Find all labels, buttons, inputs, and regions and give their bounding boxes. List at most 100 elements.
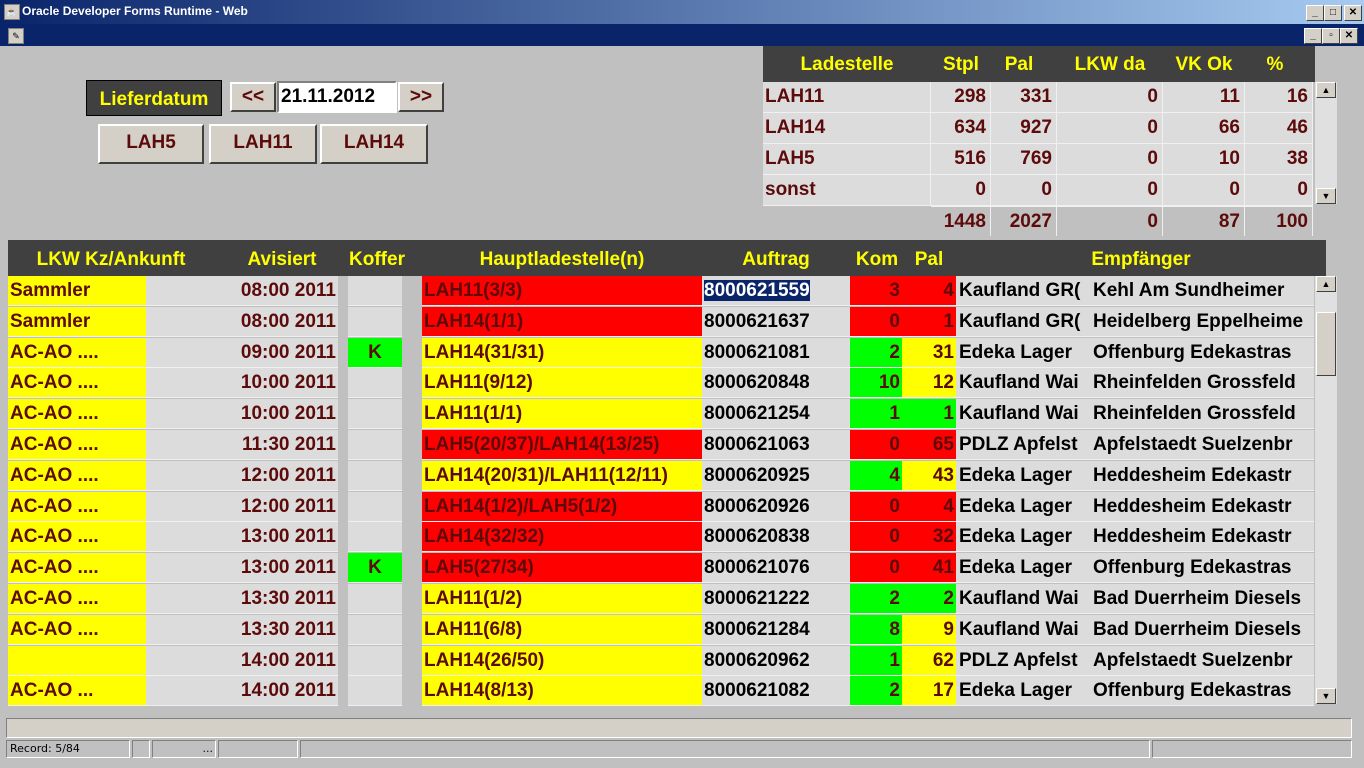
hauptladestelle-cell[interactable]: LAH14(20/31)/LAH11(12/11) xyxy=(422,460,702,491)
blank-cell[interactable] xyxy=(146,584,226,614)
hauptladestelle-cell[interactable]: LAH14(1/1) xyxy=(422,306,702,337)
summary-scrollbar[interactable] xyxy=(1315,82,1337,204)
pal-cell[interactable]: 4 xyxy=(902,491,956,522)
table-row[interactable]: AC-AO .... 10:00 2011 LAH11(1/1) 8000621254… xyxy=(8,399,1314,430)
auftrag-cell[interactable]: 8000620962 xyxy=(702,645,850,676)
empfaenger-name-cell[interactable]: Kaufland Wai xyxy=(956,584,1090,614)
empfaenger-ort-cell[interactable]: Heddesheim Edekastr xyxy=(1090,460,1314,491)
empfaenger-ort-cell[interactable]: Kehl Am Sundheimer xyxy=(1090,276,1314,306)
close-button[interactable]: ✕ xyxy=(1344,5,1362,21)
filter-button-lah14[interactable]: LAH14 xyxy=(320,124,428,164)
hauptladestelle-cell[interactable]: LAH11(6/8) xyxy=(422,614,702,645)
next-date-button[interactable]: >> xyxy=(398,82,444,112)
hauptladestelle-cell[interactable]: LAH11(9/12) xyxy=(422,368,702,399)
avisiert-cell[interactable]: 12:00 2011 xyxy=(226,491,338,522)
pal-cell[interactable]: 1 xyxy=(902,306,956,337)
empfaenger-name-cell[interactable]: Edeka Lager xyxy=(956,522,1090,553)
koffer-cell[interactable] xyxy=(348,460,402,491)
lkw-cell[interactable]: AC-AO .... xyxy=(8,460,146,491)
table-row[interactable]: AC-AO .... 13:00 2011 K LAH5(27/34) 80006210… xyxy=(8,553,1314,584)
blank-cell[interactable] xyxy=(146,368,226,399)
blank-cell[interactable] xyxy=(146,553,226,584)
table-row[interactable]: Sammler 08:00 2011 LAH14(1/1) 8000621637 0 1 K… xyxy=(8,306,1314,338)
hauptladestelle-cell[interactable]: LAH5(27/34) xyxy=(422,553,702,584)
kom-cell[interactable]: 2 xyxy=(850,676,902,707)
pal-cell[interactable]: 43 xyxy=(902,460,956,491)
form-minimize-button[interactable]: _ xyxy=(1304,28,1322,44)
empfaenger-name-cell[interactable]: PDLZ Apfelst xyxy=(956,430,1090,460)
avisiert-cell[interactable]: 08:00 2011 xyxy=(226,276,338,306)
koffer-cell[interactable] xyxy=(348,676,402,707)
avisiert-cell[interactable]: 11:30 2011 xyxy=(226,430,338,460)
auftrag-cell[interactable]: 8000621222 xyxy=(702,584,850,614)
filter-button-lah11[interactable]: LAH11 xyxy=(209,124,317,164)
empfaenger-ort-cell[interactable]: Offenburg Edekastras xyxy=(1090,676,1314,707)
pal-cell[interactable]: 31 xyxy=(902,337,956,368)
blank-cell[interactable] xyxy=(146,337,226,368)
kom-cell[interactable]: 3 xyxy=(850,276,902,306)
hauptladestelle-cell[interactable]: LAH14(32/32) xyxy=(422,522,702,553)
empfaenger-name-cell[interactable]: Edeka Lager xyxy=(956,460,1090,491)
table-row[interactable]: AC-AO .... 13:30 2011 LAH11(6/8) 8000621284… xyxy=(8,614,1314,646)
avisiert-cell[interactable]: 13:00 2011 xyxy=(226,553,338,584)
empfaenger-ort-cell[interactable]: Offenburg Edekastras xyxy=(1090,337,1314,368)
hauptladestelle-cell[interactable]: LAH11(1/2) xyxy=(422,584,702,614)
pal-cell[interactable]: 1 xyxy=(902,399,956,430)
auftrag-cell[interactable]: 8000621284 xyxy=(702,614,850,645)
lkw-cell[interactable]: AC-AO .... xyxy=(8,491,146,522)
hauptladestelle-cell[interactable]: LAH14(1/2)/LAH5(1/2) xyxy=(422,491,702,522)
table-row[interactable]: AC-AO .... 10:00 2011 LAH11(9/12) 800062084… xyxy=(8,368,1314,399)
auftrag-cell[interactable]: 8000620925 xyxy=(702,460,850,491)
table-row[interactable]: AC-AO .... 12:00 2011 LAH14(20/31)/LAH11(1… xyxy=(8,460,1314,492)
koffer-cell[interactable] xyxy=(348,491,402,522)
empfaenger-name-cell[interactable]: Edeka Lager xyxy=(956,491,1090,522)
empfaenger-name-cell[interactable]: Kaufland Wai xyxy=(956,399,1090,430)
avisiert-cell[interactable]: 10:00 2011 xyxy=(226,368,338,399)
lkw-cell[interactable]: AC-AO .... xyxy=(8,522,146,553)
koffer-cell[interactable]: K xyxy=(348,337,402,368)
kom-cell[interactable]: 0 xyxy=(850,553,902,584)
lkw-cell[interactable]: Sammler xyxy=(8,276,146,306)
avisiert-cell[interactable]: 14:00 2011 xyxy=(226,676,338,707)
avisiert-cell[interactable]: 08:00 2011 xyxy=(226,306,338,337)
lkw-cell[interactable]: AC-AO .... xyxy=(8,584,146,614)
blank-cell[interactable] xyxy=(146,276,226,306)
blank-cell[interactable] xyxy=(146,522,226,553)
kom-cell[interactable]: 0 xyxy=(850,306,902,337)
koffer-cell[interactable] xyxy=(348,584,402,614)
koffer-cell[interactable] xyxy=(348,276,402,306)
kom-cell[interactable]: 0 xyxy=(850,430,902,460)
kom-cell[interactable]: 8 xyxy=(850,614,902,645)
pal-cell[interactable]: 41 xyxy=(902,553,956,584)
lkw-cell[interactable] xyxy=(8,645,146,676)
blank-cell[interactable] xyxy=(146,306,226,337)
auftrag-cell[interactable]: 8000620848 xyxy=(702,368,850,399)
empfaenger-name-cell[interactable]: PDLZ Apfelst xyxy=(956,645,1090,676)
blank-cell[interactable] xyxy=(146,614,226,645)
koffer-cell[interactable] xyxy=(348,399,402,430)
avisiert-cell[interactable]: 13:00 2011 xyxy=(226,522,338,553)
auftrag-cell[interactable]: 8000621063 xyxy=(702,430,850,460)
pal-cell[interactable]: 62 xyxy=(902,645,956,676)
lkw-cell[interactable]: AC-AO .... xyxy=(8,368,146,399)
blank-cell[interactable] xyxy=(146,491,226,522)
minimize-button[interactable]: _ xyxy=(1306,5,1324,21)
table-scroll-thumb[interactable] xyxy=(1316,312,1336,376)
pal-cell[interactable]: 2 xyxy=(902,584,956,614)
empfaenger-name-cell[interactable]: Kaufland Wai xyxy=(956,368,1090,399)
empfaenger-name-cell[interactable]: Kaufland GR( xyxy=(956,276,1090,306)
maximize-button[interactable]: □ xyxy=(1324,5,1342,21)
form-close-button[interactable]: ✕ xyxy=(1340,28,1358,44)
avisiert-cell[interactable]: 12:00 2011 xyxy=(226,460,338,491)
empfaenger-ort-cell[interactable]: Heddesheim Edekastr xyxy=(1090,491,1314,522)
auftrag-cell[interactable]: 8000621076 xyxy=(702,553,850,584)
pal-cell[interactable]: 9 xyxy=(902,614,956,645)
avisiert-cell[interactable]: 14:00 2011 xyxy=(226,645,338,676)
avisiert-cell[interactable]: 09:00 2011 xyxy=(226,337,338,368)
empfaenger-ort-cell[interactable]: Heddesheim Edekastr xyxy=(1090,522,1314,553)
lkw-cell[interactable]: AC-AO .... xyxy=(8,553,146,584)
avisiert-cell[interactable]: 13:30 2011 xyxy=(226,614,338,645)
table-row[interactable]: 14:00 2011 LAH14(26/50) 8000620962 1 62 PDLZ … xyxy=(8,645,1314,677)
auftrag-cell[interactable]: 8000621081 xyxy=(702,337,850,368)
auftrag-cell[interactable]: 8000620838 xyxy=(702,522,850,553)
